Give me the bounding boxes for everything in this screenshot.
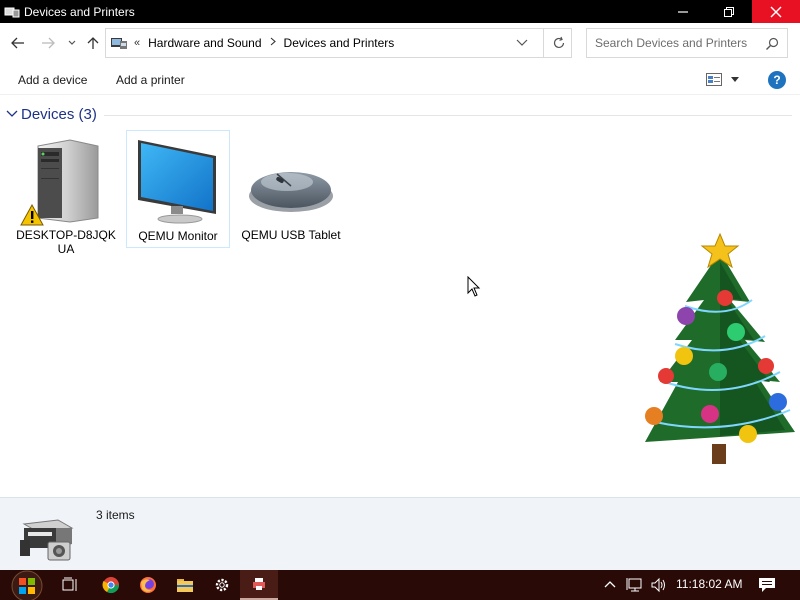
device-item-desktop[interactable]: DESKTOP-D8JQK UA: [14, 130, 118, 256]
device-item-qemu-monitor[interactable]: QEMU Monitor: [126, 130, 230, 248]
device-item-qemu-usb-tablet[interactable]: QEMU USB Tablet: [239, 130, 343, 248]
devices-group-label: Devices (3): [21, 106, 97, 123]
chevron-down-icon: [516, 39, 528, 46]
control-panel-icon: [111, 38, 127, 49]
address-row: « Hardware and Sound Devices and Printer…: [0, 23, 800, 65]
file-explorer-taskbar-button[interactable]: [166, 570, 204, 600]
breadcrumb-separator[interactable]: [270, 37, 276, 49]
minimize-icon: [678, 10, 688, 13]
taskbar: 11:18:02 AM: [0, 570, 800, 600]
firefox-icon: [140, 577, 156, 593]
firefox-taskbar-button[interactable]: [129, 570, 167, 600]
devices-printers-taskbar-button[interactable]: [240, 570, 278, 600]
warning-icon: [20, 204, 44, 226]
restore-button[interactable]: [706, 0, 752, 23]
network-icon: [626, 578, 642, 592]
minimize-button[interactable]: [660, 0, 706, 23]
chrome-icon: [102, 577, 120, 594]
add-printer-button[interactable]: Add a printer: [116, 73, 185, 87]
device-name-line2: UA: [57, 242, 75, 256]
notification-icon: [759, 578, 775, 592]
device-name: QEMU Monitor: [138, 229, 218, 243]
start-button[interactable]: [6, 570, 48, 600]
address-bar[interactable]: « Hardware and Sound Devices and Printer…: [105, 28, 572, 58]
search-box[interactable]: [586, 28, 788, 58]
monitor-icon: [138, 140, 216, 224]
action-center-button[interactable]: [758, 577, 776, 596]
chevron-down-icon: [68, 40, 76, 45]
back-arrow-icon: [11, 37, 24, 49]
christmas-tree-image: [645, 232, 795, 464]
task-view-button[interactable]: [52, 570, 90, 600]
group-divider: [104, 115, 792, 116]
up-button[interactable]: [83, 33, 103, 53]
show-hidden-icons-button[interactable]: [604, 577, 616, 592]
taskbar-clock[interactable]: 11:18:02 AM: [676, 577, 743, 591]
window-title: Devices and Printers: [24, 4, 135, 19]
search-input[interactable]: [595, 36, 755, 50]
breadcrumb-hardware-and-sound[interactable]: Hardware and Sound: [148, 36, 261, 50]
device-name: DESKTOP-D8JQK UA: [14, 228, 118, 256]
change-view-icon[interactable]: [706, 73, 722, 86]
details-pane: 3 items: [0, 497, 800, 570]
overflow-crumb[interactable]: «: [134, 37, 140, 49]
task-view-icon: [62, 577, 77, 591]
gear-icon: [215, 578, 229, 592]
mouse-cursor-icon: [467, 276, 481, 297]
search-icon: [766, 37, 779, 50]
recent-locations-button[interactable]: [62, 33, 82, 53]
chrome-taskbar-button[interactable]: [92, 570, 130, 600]
chevron-up-icon: [604, 581, 616, 588]
back-button[interactable]: [8, 33, 28, 53]
close-icon: [770, 6, 782, 17]
up-arrow-icon: [87, 37, 99, 49]
speaker-icon: [651, 577, 665, 593]
command-bar: Add a device Add a printer ?: [0, 65, 800, 95]
forward-arrow-icon: [42, 37, 55, 49]
settings-taskbar-button[interactable]: [203, 570, 241, 600]
chevron-down-icon: [6, 110, 18, 117]
devices-group-header[interactable]: Devices (3): [0, 103, 800, 127]
help-button[interactable]: ?: [768, 71, 786, 89]
view-options-dropdown-icon[interactable]: [730, 75, 740, 83]
devices-printers-icon: [4, 7, 20, 17]
network-tray-button[interactable]: [626, 577, 644, 596]
file-explorer-icon: [177, 579, 193, 592]
restore-icon: [724, 6, 734, 17]
volume-tray-button[interactable]: [650, 577, 668, 596]
close-button[interactable]: [752, 0, 800, 23]
mouse-icon: [249, 172, 333, 212]
item-count: 3 items: [96, 508, 135, 522]
devices-printers-icon: [253, 578, 265, 590]
device-name: QEMU USB Tablet: [241, 228, 341, 242]
address-dropdown-button[interactable]: [516, 37, 532, 51]
add-device-button[interactable]: Add a device: [18, 73, 87, 87]
device-name-line1: DESKTOP-D8JQK: [16, 228, 116, 242]
chevron-right-icon: [270, 37, 276, 46]
devices-printers-icon: [20, 519, 74, 561]
start-icon: [11, 570, 43, 600]
refresh-button[interactable]: [543, 29, 573, 57]
breadcrumb-devices-and-printers[interactable]: Devices and Printers: [284, 36, 395, 50]
refresh-icon: [553, 36, 564, 49]
forward-button[interactable]: [38, 33, 58, 53]
